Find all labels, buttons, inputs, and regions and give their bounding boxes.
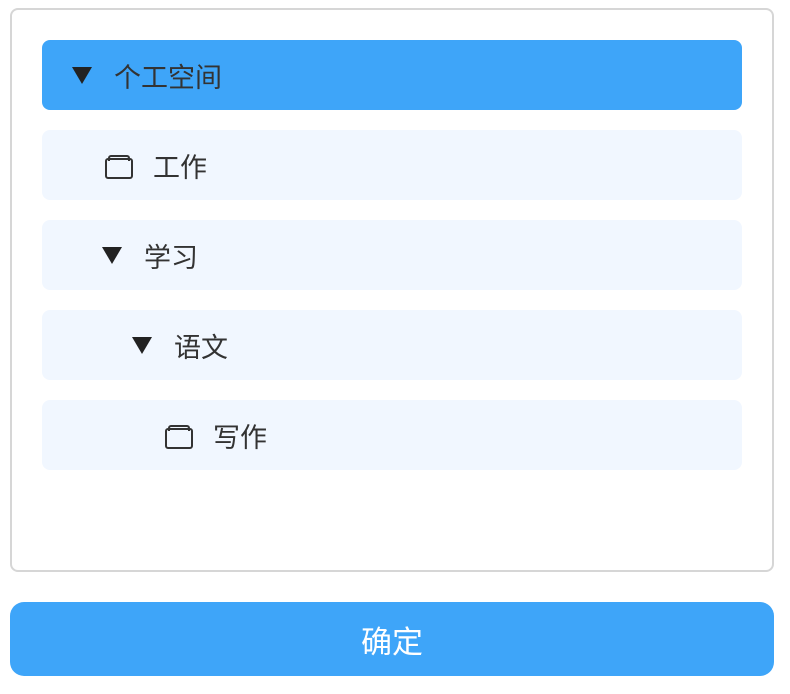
confirm-button[interactable]: 确定 [10,602,774,676]
tree-panel: 个工空间 工作 学习 语文 写作 [10,8,774,572]
tree-node-chinese[interactable]: 语文 [42,310,742,380]
tree-node-label: 个工空间 [114,62,222,94]
caret-down-icon[interactable] [132,336,152,354]
caret-down-icon[interactable] [72,66,92,84]
tree-node-label: 写作 [213,422,267,454]
tree-node-writing[interactable]: 写作 [42,400,742,470]
caret-down-icon[interactable] [102,246,122,264]
tree-node-label: 工作 [153,152,207,184]
tree-node-study[interactable]: 学习 [42,220,742,290]
tree-node-label: 学习 [144,242,198,274]
tree-node-work[interactable]: 工作 [42,130,742,200]
folder-icon [165,425,193,449]
tree-node-label: 语文 [174,332,228,364]
folder-icon [105,155,133,179]
tree-node-personal-workspace[interactable]: 个工空间 [42,40,742,110]
